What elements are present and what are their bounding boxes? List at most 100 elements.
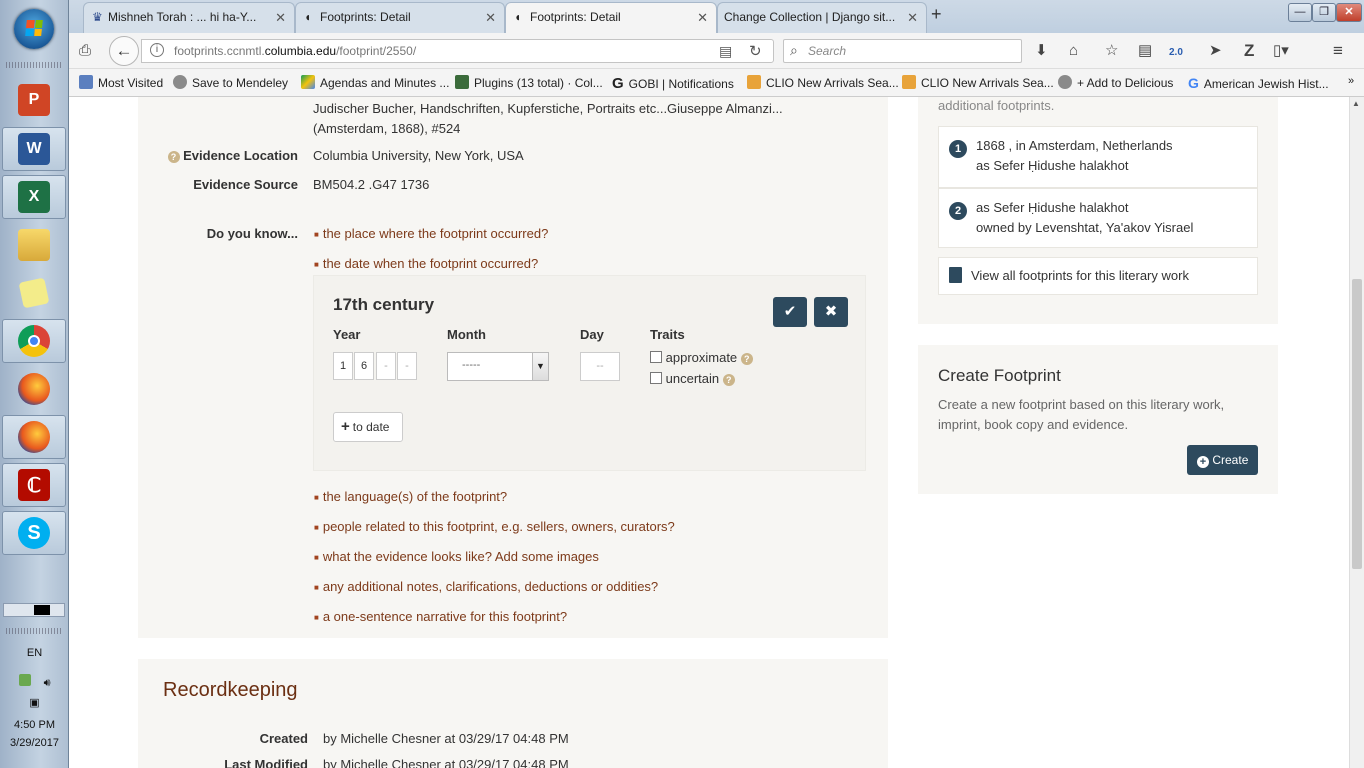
recordkeeping-panel: Recordkeeping Created by Michelle Chesne… <box>138 659 888 768</box>
taskbar-acrobat[interactable]: ℂ <box>2 463 66 507</box>
taskbar-scroller[interactable] <box>3 603 65 617</box>
plus-icon: + <box>341 418 350 435</box>
create-footprint-panel: Create Footprint Create a new footprint … <box>918 345 1278 494</box>
footprint-number-badge: 2 <box>949 202 967 220</box>
question-language-link[interactable]: the language(s) of the footprint? <box>314 489 507 504</box>
zotero-icon[interactable]: Z <box>1244 42 1254 59</box>
action-center-icon[interactable]: ▣ <box>0 696 69 709</box>
question-images-link[interactable]: what the evidence looks like? Add some i… <box>314 549 599 564</box>
save-date-button[interactable]: ✔ <box>773 297 807 327</box>
related-footprint-1[interactable]: 1 1868 , in Amsterdam, Netherlands as Se… <box>938 126 1258 188</box>
scrollbar-thumb[interactable] <box>1352 279 1362 569</box>
send-icon[interactable]: ➤ <box>1209 42 1222 59</box>
tab-footprints-detail-1[interactable]: ◖ Footprints: Detail ✕ <box>295 2 505 33</box>
home-icon[interactable]: ⌂ <box>1069 42 1078 59</box>
view-all-label: View all footprints for this literary wo… <box>971 268 1189 283</box>
year-digit-3[interactable]: - <box>376 352 396 380</box>
question-narrative-link[interactable]: a one-sentence narrative for this footpr… <box>314 609 567 624</box>
cancel-date-button[interactable]: ✖ <box>814 297 848 327</box>
taskbar-excel[interactable]: X <box>2 175 66 219</box>
most-visited-icon <box>79 75 93 89</box>
question-place-link[interactable]: the place where the footprint occurred? <box>314 226 548 241</box>
network-icon[interactable] <box>18 674 31 686</box>
view-all-footprints-link[interactable]: View all footprints for this literary wo… <box>938 257 1258 295</box>
question-notes-link[interactable]: any additional notes, clarifications, de… <box>314 579 658 594</box>
bookmark-mendeley[interactable]: Save to Mendeley <box>173 75 288 90</box>
approximate-checkbox[interactable] <box>650 351 662 363</box>
to-date-button[interactable]: + to date <box>333 412 403 442</box>
help-icon[interactable]: ? <box>740 353 753 365</box>
search-bar[interactable]: ⌕ Search <box>783 39 1022 63</box>
bookmarks-overflow-icon[interactable]: » <box>1348 75 1354 87</box>
bookmark-american-jewish-history[interactable]: G American Jewish Hist... <box>1188 75 1329 91</box>
taskbar-word[interactable]: W <box>2 127 66 171</box>
taskbar-skype[interactable]: S <box>2 511 66 555</box>
create-footprint-text-1: Create a new footprint based on this lit… <box>938 397 1225 412</box>
back-button[interactable]: ← <box>109 36 139 66</box>
tab-change-collection[interactable]: Change Collection | Django sit... ✕ <box>717 2 927 33</box>
taskbar-grip <box>6 62 63 68</box>
traits-label: Traits <box>650 327 685 342</box>
help-icon[interactable]: ? <box>722 374 735 386</box>
tab-close-icon[interactable]: ✕ <box>907 3 918 32</box>
bookmark-delicious[interactable]: + Add to Delicious <box>1058 75 1173 90</box>
url-bar[interactable]: i footprints.ccnmtl.columbia.edu/footpri… <box>141 39 774 63</box>
taskbar-chrome[interactable] <box>2 319 66 363</box>
new-tab-button[interactable]: + <box>931 4 942 25</box>
tab-close-icon[interactable]: ✕ <box>485 3 496 32</box>
bookmark-clio-1[interactable]: CLIO New Arrivals Sea... <box>747 75 899 90</box>
hamburger-menu-icon[interactable]: ≡ <box>1333 42 1343 59</box>
year-digit-2[interactable]: 6 <box>354 352 374 380</box>
restore-button[interactable]: ❐ <box>1312 3 1336 22</box>
year-digit-4[interactable]: - <box>397 352 417 380</box>
tab-close-icon[interactable]: ✕ <box>697 3 708 32</box>
volume-icon[interactable]: 🔊︎ <box>44 677 51 689</box>
do-you-know-label: Do you know... <box>206 226 298 241</box>
uncertain-checkbox[interactable] <box>650 372 662 384</box>
year-digit-1[interactable]: 1 <box>333 352 353 380</box>
taskbar-explorer[interactable] <box>2 223 66 267</box>
minimize-button[interactable]: — <box>1288 3 1312 22</box>
question-people-link[interactable]: people related to this footprint, e.g. s… <box>314 519 675 534</box>
close-window-button[interactable]: ✕ <box>1336 3 1362 22</box>
help-icon[interactable]: ? <box>167 151 180 163</box>
download-icon[interactable]: ⬇ <box>1035 42 1048 59</box>
taskbar-firefox-active[interactable] <box>2 415 66 459</box>
page-scrollbar[interactable]: ▲ <box>1349 97 1364 768</box>
site-info-icon[interactable]: i <box>150 43 164 57</box>
reader-view-icon[interactable]: ▤ <box>719 43 732 60</box>
related-footprint-2[interactable]: 2 as Sefer Ḥidushe halakhot owned by Lev… <box>938 188 1258 248</box>
create-button[interactable]: + Create <box>1187 445 1258 475</box>
bookmark-gobi[interactable]: G GOBI | Notifications <box>612 75 734 92</box>
taskbar-firefox[interactable] <box>2 367 66 411</box>
chevron-down-icon[interactable]: ▼ <box>532 353 548 380</box>
scroll-up-arrow-icon[interactable]: ▲ <box>1352 99 1360 108</box>
bookmark-clio-2[interactable]: CLIO New Arrivals Sea... <box>902 75 1054 90</box>
taskbar-powerpoint[interactable]: P <box>2 78 66 122</box>
taskbar-scroller-thumb[interactable] <box>34 605 50 615</box>
reading-list-icon[interactable]: ▤ <box>1138 42 1152 59</box>
clock-time[interactable]: 4:50 PM <box>0 719 69 731</box>
tab-close-icon[interactable]: ✕ <box>275 3 286 32</box>
page-menu-icon[interactable]: ▯▾ <box>1273 42 1289 59</box>
date-display: 17th century <box>333 295 435 314</box>
clock-date[interactable]: 3/29/2017 <box>0 737 69 749</box>
date-editor: 17th century ✔ ✖ Year Month Day Traits 1… <box>313 275 866 471</box>
bookmark-agendas[interactable]: Agendas and Minutes ... <box>301 75 449 90</box>
tab-label: Change Collection | Django sit... <box>724 10 896 24</box>
gbs-extension-icon[interactable]: 2.0 <box>1169 44 1183 61</box>
start-button[interactable] <box>14 9 54 49</box>
plugin-icon <box>455 75 469 89</box>
month-select[interactable]: ----- ▼ <box>447 352 549 381</box>
bookmark-star-icon[interactable]: ☆ <box>1105 42 1118 59</box>
reload-icon[interactable]: ↻ <box>749 42 762 60</box>
day-input[interactable]: -- <box>580 352 620 381</box>
tab-footprints-detail-active[interactable]: ◖ Footprints: Detail ✕ <box>505 2 717 33</box>
taskbar-sticky-notes[interactable] <box>2 271 66 315</box>
bookmark-most-visited[interactable]: Most Visited <box>79 75 163 90</box>
print-icon[interactable]: ⎙ <box>79 42 91 59</box>
tab-mishneh-torah[interactable]: ♛ Mishneh Torah : ... hi ha-Y... ✕ <box>83 2 295 33</box>
question-date-link[interactable]: the date when the footprint occurred? <box>314 256 538 271</box>
language-indicator[interactable]: EN <box>0 647 69 659</box>
bookmark-plugins[interactable]: Plugins (13 total) · Col... <box>455 75 603 90</box>
